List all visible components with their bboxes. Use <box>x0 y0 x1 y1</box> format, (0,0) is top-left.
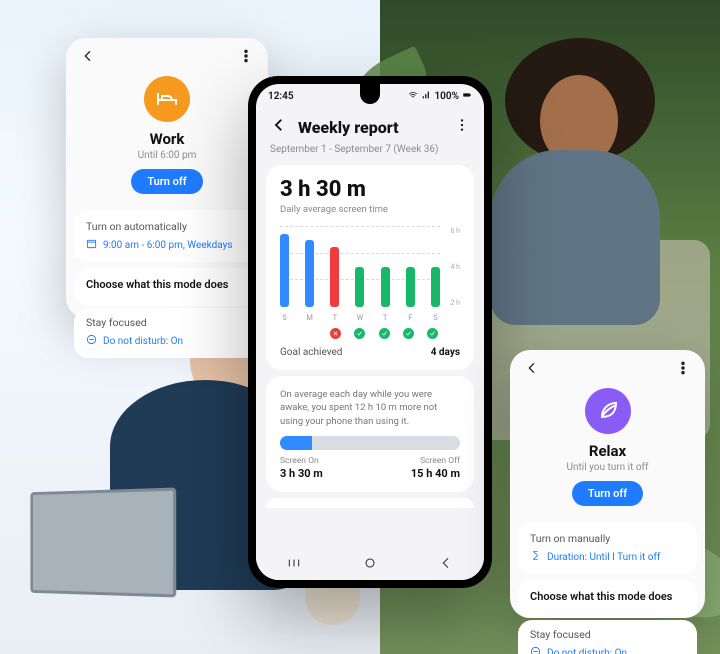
mode-card-work: Work Until 6:00 pm Turn off Turn on auto… <box>66 38 268 318</box>
screen-ratio-bar <box>280 436 460 450</box>
section-label: Turn on automatically <box>86 220 248 233</box>
goal-status-dot <box>379 328 390 339</box>
goal-status-dot <box>282 328 293 339</box>
chart-bar <box>305 240 314 307</box>
bed-icon <box>144 76 190 122</box>
page-title: Weekly report <box>298 118 444 137</box>
mode-actions-section: Choose what this mode does <box>74 268 260 306</box>
more-icon[interactable] <box>454 117 470 137</box>
signal-icon <box>421 90 431 103</box>
mode-title: Work <box>80 130 254 148</box>
leaf-icon <box>585 388 631 434</box>
phone-notch <box>360 84 380 104</box>
mode-card-relax: Relax Until you turn it off Turn off Tur… <box>510 350 705 618</box>
turn-off-button[interactable]: Turn off <box>572 481 643 506</box>
goal-status-dot <box>403 328 414 339</box>
wifi-icon <box>408 90 418 103</box>
android-nav-bar <box>256 550 484 580</box>
more-icon[interactable] <box>238 48 254 68</box>
chart-bar <box>431 267 440 307</box>
nav-recent-icon[interactable] <box>286 555 302 575</box>
dnd-text: Do not disturb: On <box>103 336 183 347</box>
chart-bar <box>280 234 289 307</box>
stay-focused-section[interactable]: Stay focused Do not disturb: On <box>518 620 697 654</box>
goal-status-dot <box>354 328 365 339</box>
photo-laptop <box>25 490 215 630</box>
avg-description: On average each day while you were awake… <box>280 388 460 428</box>
screen-time-chart: 6 h4 h2 h SMTWTFS <box>280 227 460 322</box>
turn-off-button[interactable]: Turn off <box>131 169 202 194</box>
manual-duration-section[interactable]: Turn on manually Duration: Until I Turn … <box>518 522 697 574</box>
screen-time-card[interactable]: 3 h 30 m Daily average screen time 6 h4 … <box>266 165 474 370</box>
dnd-icon <box>86 334 97 348</box>
chart-bar <box>355 267 364 307</box>
schedule-text: 9:00 am - 6:00 pm, Weekdays <box>103 240 233 251</box>
mode-subtitle: Until you turn it off <box>524 462 691 473</box>
goal-label: Goal achieved <box>280 347 342 358</box>
auto-schedule-section[interactable]: Turn on automatically 9:00 am - 6:00 pm,… <box>74 210 260 262</box>
chart-bar <box>330 247 339 307</box>
marketing-composite: Work Until 6:00 pm Turn off Turn on auto… <box>0 0 720 654</box>
hourglass-icon <box>530 550 541 564</box>
screen-off-label: Screen Off <box>420 456 460 466</box>
next-card-peek <box>266 498 474 508</box>
more-icon[interactable] <box>675 360 691 380</box>
screen-off-value: 15 h 40 m <box>411 467 460 480</box>
status-time: 12:45 <box>268 91 294 102</box>
section-heading: Choose what this mode does <box>86 278 248 291</box>
mode-title: Relax <box>524 442 691 460</box>
phone-frame: 12:45 100% Weekly report September 1 - S… <box>248 76 492 588</box>
section-label: Stay focused <box>530 628 685 641</box>
screen-balance-card[interactable]: On average each day while you were awake… <box>266 376 474 492</box>
back-icon[interactable] <box>524 360 540 380</box>
back-icon[interactable] <box>80 48 96 68</box>
goal-status-dot <box>306 328 317 339</box>
goal-value: 4 days <box>431 347 460 358</box>
nav-back-icon[interactable] <box>438 555 454 575</box>
total-value: 3 h 30 m <box>280 177 460 202</box>
mode-subtitle: Until 6:00 pm <box>80 150 254 161</box>
section-heading: Choose what this mode does <box>530 590 685 603</box>
back-icon[interactable] <box>270 116 288 138</box>
battery-text: 100% <box>434 91 459 102</box>
chart-bar <box>381 267 390 307</box>
dnd-text: Do not disturb: On <box>547 648 627 654</box>
mode-actions-section: Choose what this mode does <box>518 580 697 618</box>
chart-bar <box>406 267 415 307</box>
screen-on-label: Screen On <box>280 456 319 466</box>
goal-status-dot <box>330 328 341 339</box>
duration-text: Duration: Until I Turn it off <box>547 552 660 563</box>
total-caption: Daily average screen time <box>280 204 460 215</box>
calendar-icon <box>86 238 97 252</box>
stay-focused-section[interactable]: Stay focused Do not disturb: On <box>74 308 260 358</box>
dnd-icon <box>530 646 541 654</box>
date-range: September 1 - September 7 (Week 36) <box>256 142 484 159</box>
screen-on-value: 3 h 30 m <box>280 467 323 480</box>
goal-status-dot <box>427 328 438 339</box>
battery-icon <box>462 90 472 103</box>
phone-screen: 12:45 100% Weekly report September 1 - S… <box>256 84 484 580</box>
section-label: Stay focused <box>86 316 248 329</box>
section-label: Turn on manually <box>530 532 685 545</box>
nav-home-icon[interactable] <box>362 555 378 575</box>
